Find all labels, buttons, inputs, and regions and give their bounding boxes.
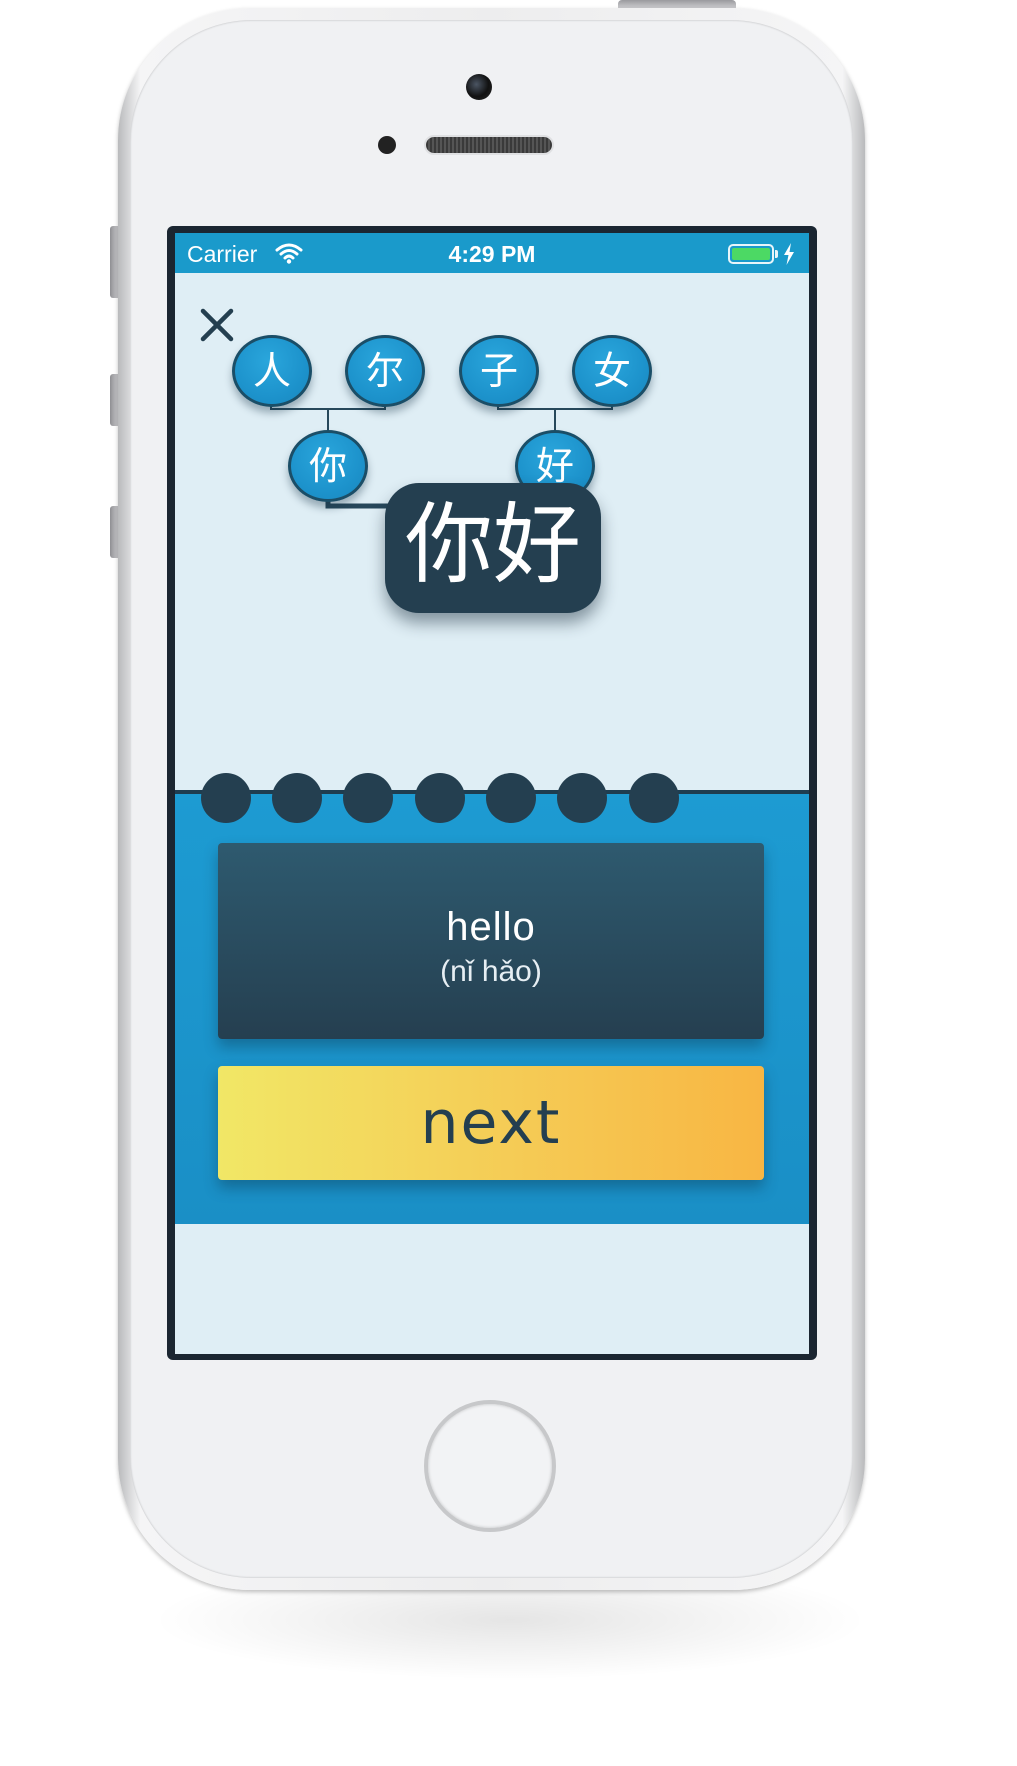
progress-dot bbox=[557, 773, 607, 823]
progress-dot bbox=[486, 773, 536, 823]
progress-indicator bbox=[175, 773, 809, 827]
earpiece-speaker bbox=[424, 135, 554, 155]
component-node[interactable]: 子 bbox=[459, 335, 539, 407]
status-time: 4:29 PM bbox=[448, 241, 536, 267]
component-node[interactable]: 女 bbox=[572, 335, 652, 407]
component-node[interactable]: 人 bbox=[232, 335, 312, 407]
battery-icon bbox=[728, 244, 774, 264]
status-bar: Carrier 4:29 PM bbox=[175, 233, 809, 273]
proximity-sensor bbox=[378, 136, 396, 154]
character-node[interactable]: 你 bbox=[288, 430, 368, 502]
battery-cap bbox=[775, 250, 778, 258]
meaning-card: hello (nǐ hǎo) bbox=[218, 843, 764, 1039]
next-button[interactable]: next bbox=[218, 1066, 764, 1180]
word-node: 你好 bbox=[385, 483, 601, 613]
charging-icon bbox=[784, 243, 794, 265]
component-node[interactable]: 尔 bbox=[345, 335, 425, 407]
front-camera bbox=[466, 74, 492, 100]
meaning-text: hello bbox=[446, 905, 536, 949]
battery-level bbox=[732, 248, 770, 260]
app-screen: Carrier 4:29 PM 人 尔 子 女 你 好 你好 hello (nǐ… bbox=[175, 233, 809, 1354]
progress-dot bbox=[201, 773, 251, 823]
pinyin-text: (nǐ hǎo) bbox=[440, 955, 542, 988]
home-button[interactable] bbox=[424, 1400, 556, 1532]
progress-dot bbox=[629, 773, 679, 823]
progress-dot bbox=[415, 773, 465, 823]
progress-dot bbox=[343, 773, 393, 823]
progress-dot bbox=[272, 773, 322, 823]
